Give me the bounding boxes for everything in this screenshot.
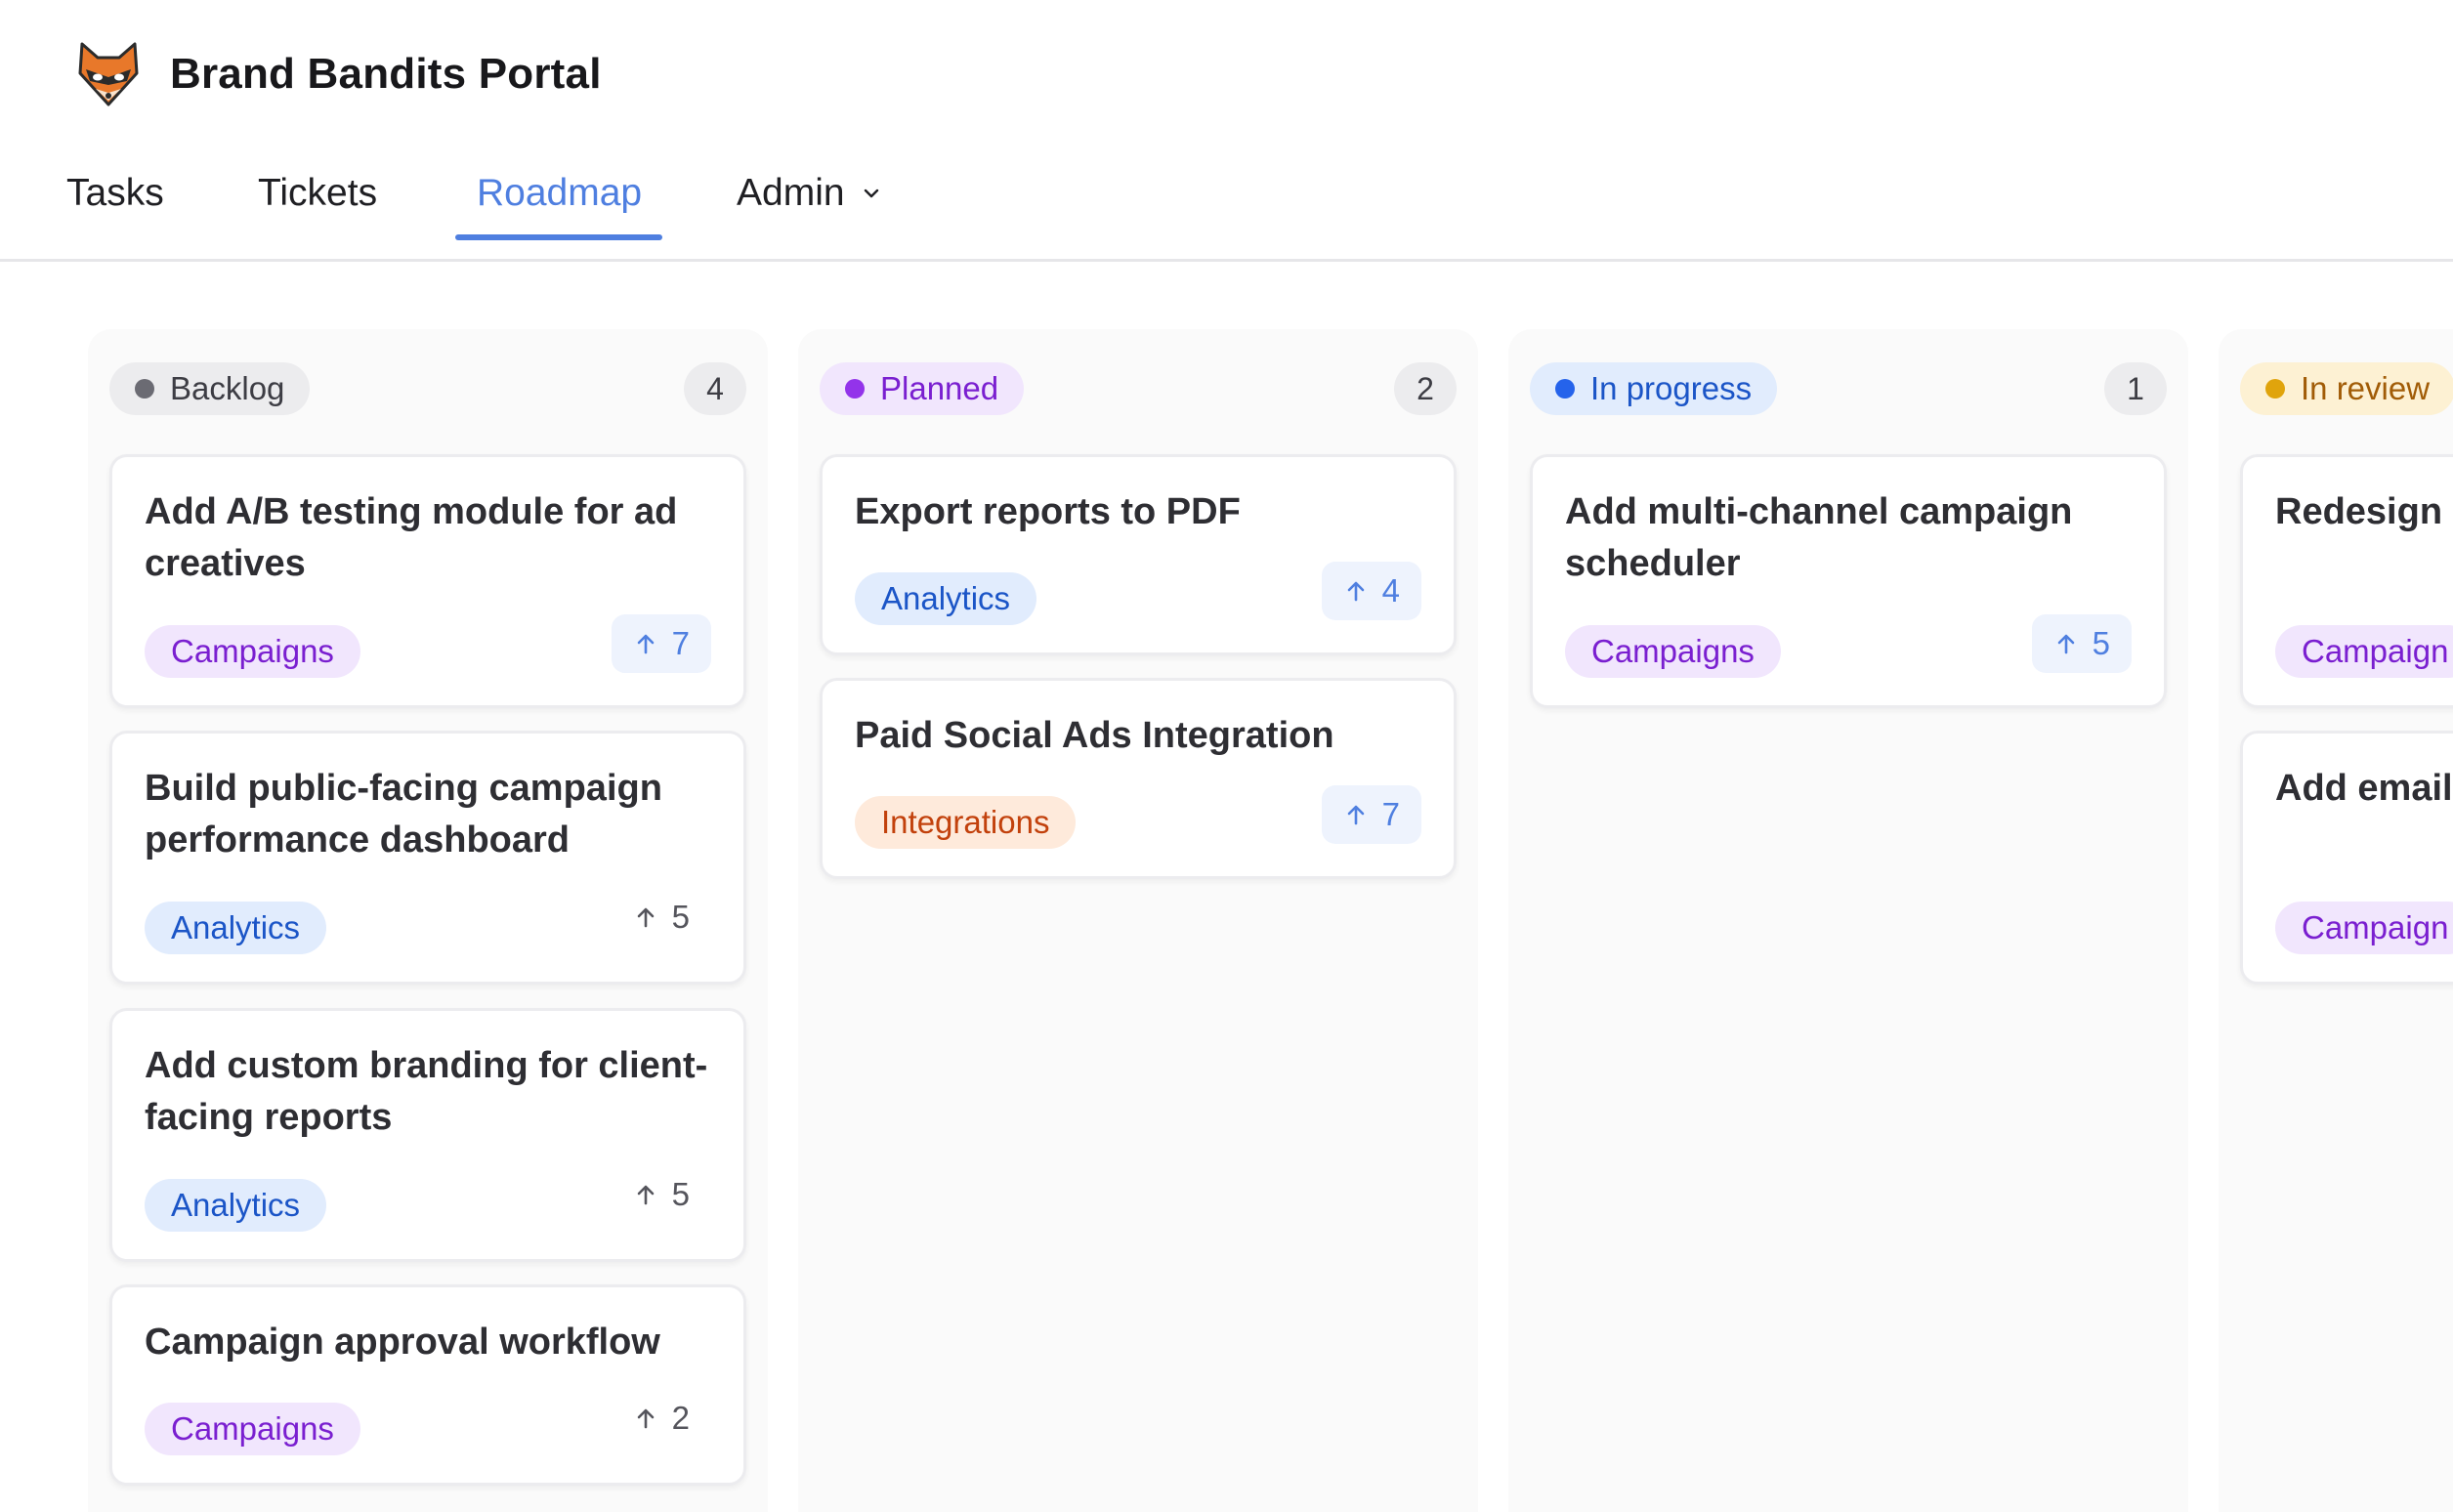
vote-count: 4	[1381, 572, 1400, 609]
arrow-up-icon	[1347, 805, 1364, 825]
card-title: Redesign c flow	[2275, 491, 2453, 532]
card-title: Add email campaign	[2275, 768, 2453, 809]
upvote-button[interactable]: 5	[612, 1165, 711, 1224]
status-dot	[845, 379, 865, 399]
column-header: Backlog 4	[109, 362, 746, 415]
card-tag: Campaign	[2275, 625, 2453, 678]
status-dot	[2265, 379, 2285, 399]
roadmap-card[interactable]: Redesign c flow Campaign	[2240, 454, 2453, 708]
status-label: In review	[2301, 370, 2431, 406]
roadmap-card[interactable]: Paid Social Ads Integration Integrations…	[820, 678, 1457, 879]
column-in-review: In review Redesign c flow Campaign Add e…	[2219, 329, 2453, 1512]
column-header: In review	[2240, 362, 2453, 415]
arrow-up-icon	[637, 1408, 654, 1429]
status-badge-in-review: In review	[2240, 362, 2453, 415]
tab-roadmap[interactable]: Roadmap	[477, 172, 642, 215]
card-title: Add A/B testing module for ad creatives	[145, 491, 678, 584]
upvote-button[interactable]: 7	[611, 614, 711, 673]
status-label: Planned	[880, 370, 999, 406]
column-header: Planned 2	[820, 362, 1457, 415]
upvote-button[interactable]: 5	[2031, 614, 2132, 673]
tab-tasks-label: Tasks	[66, 172, 164, 214]
column-in-progress: In progress 1 Add multi-channel campaign…	[1508, 329, 2188, 1512]
upvote-button[interactable]: 7	[1321, 785, 1421, 844]
card-tag: Campaigns	[145, 625, 360, 678]
tab-tickets[interactable]: Tickets	[258, 172, 377, 215]
card-tag: Campaigns	[1565, 625, 1781, 678]
card-tag: Integrations	[855, 796, 1077, 849]
arrow-up-icon	[637, 907, 654, 928]
vote-count: 2	[671, 1400, 690, 1436]
fox-mask-icon	[78, 42, 139, 106]
vote-count: 5	[671, 1176, 690, 1212]
status-badge-planned: Planned	[820, 362, 1025, 415]
arrow-up-icon	[1347, 581, 1364, 602]
vote-count: 7	[1381, 796, 1400, 832]
roadmap-card[interactable]: Add A/B testing module for ad creatives …	[109, 454, 746, 708]
status-label: In progress	[1590, 370, 1753, 406]
tab-admin[interactable]: Admin	[737, 172, 882, 215]
column-count: 4	[684, 362, 746, 415]
column-planned: Planned 2 Export reports to PDF Analytic…	[798, 329, 1478, 1512]
card-tag: Analytics	[145, 902, 327, 954]
card-tag: Campaign	[2275, 902, 2453, 954]
upvote-button[interactable]: 2	[612, 1389, 711, 1448]
card-title: Build public-facing campaign performance…	[145, 768, 662, 861]
roadmap-board: Backlog 4 Add A/B testing module for ad …	[0, 265, 2453, 1512]
card-tag: Analytics	[855, 572, 1037, 625]
tab-roadmap-label: Roadmap	[477, 172, 643, 214]
vote-count: 7	[671, 625, 690, 661]
status-badge-backlog: Backlog	[109, 362, 311, 415]
main-nav: Tasks Tickets Roadmap Admin	[0, 156, 2453, 262]
column-header: In progress 1	[1530, 362, 2167, 415]
upvote-button[interactable]: 4	[1321, 562, 1421, 620]
arrow-up-icon	[637, 634, 654, 654]
chevron-down-icon	[864, 189, 878, 198]
card-title: Export reports to PDF	[855, 491, 1241, 532]
tab-tickets-label: Tickets	[258, 172, 378, 214]
status-label: Backlog	[170, 370, 285, 406]
vote-count: 5	[671, 899, 690, 935]
card-tag: Campaigns	[145, 1403, 360, 1455]
column-count: 2	[1394, 362, 1457, 415]
arrow-up-icon	[637, 1185, 654, 1205]
app-header: Brand Bandits Portal Tasks Tickets Roadm…	[0, 0, 2453, 262]
status-dot	[135, 379, 154, 399]
roadmap-card[interactable]: Campaign approval workflow Campaigns 2	[109, 1284, 746, 1486]
column-backlog: Backlog 4 Add A/B testing module for ad …	[88, 329, 768, 1512]
arrow-up-icon	[2057, 634, 2074, 654]
card-title: Add custom branding for client-facing re…	[145, 1045, 708, 1138]
roadmap-card[interactable]: Add email campaign Campaign	[2240, 731, 2453, 985]
roadmap-card[interactable]: Add multi-channel campaign scheduler Cam…	[1530, 454, 2167, 708]
card-tag: Analytics	[145, 1179, 327, 1232]
active-tab-indicator	[455, 234, 662, 240]
card-title: Add multi-channel campaign scheduler	[1565, 491, 2073, 584]
app-title: Brand Bandits Portal	[170, 50, 602, 98]
card-title: Campaign approval workflow	[145, 1322, 660, 1363]
tab-tasks[interactable]: Tasks	[66, 172, 164, 215]
roadmap-card[interactable]: Export reports to PDF Analytics 4	[820, 454, 1457, 655]
roadmap-card[interactable]: Add custom branding for client-facing re…	[109, 1008, 746, 1262]
status-badge-in-progress: In progress	[1530, 362, 1778, 415]
upvote-button[interactable]: 5	[612, 888, 711, 946]
vote-count: 5	[2092, 625, 2110, 661]
roadmap-card[interactable]: Build public-facing campaign performance…	[109, 731, 746, 985]
brand[interactable]: Brand Bandits Portal	[76, 39, 602, 109]
tab-admin-label: Admin	[737, 172, 845, 214]
status-dot	[1555, 379, 1575, 399]
column-count: 1	[2104, 362, 2167, 415]
card-title: Paid Social Ads Integration	[855, 715, 1334, 756]
